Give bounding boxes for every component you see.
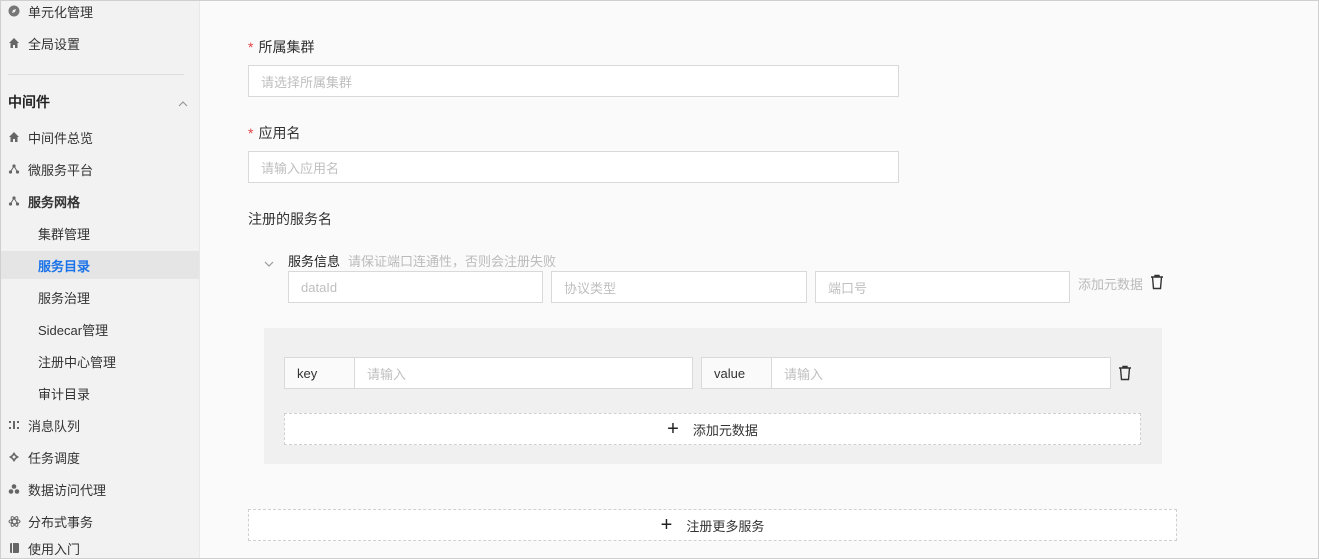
sidebar-item-label: 全局设置 — [28, 36, 81, 52]
protocol-type-placeholder: 协议类型 — [564, 280, 617, 296]
registered-service-label-text: 注册的服务名 — [248, 211, 332, 227]
add-metadata-label: 添加元数据 — [692, 422, 758, 438]
plus-icon: + — [667, 418, 679, 440]
metadata-key-input[interactable]: key 请输入 — [284, 357, 693, 389]
app-name-input[interactable]: 请输入应用名 — [248, 151, 899, 183]
chevron-down-icon[interactable] — [264, 256, 274, 271]
metadata-value-input[interactable]: value 请输入 — [701, 357, 1111, 389]
add-metadata-link[interactable]: 添加元数据 — [1078, 274, 1143, 293]
sidebar-group-middleware[interactable]: 中间件 — [8, 92, 188, 112]
dataid-placeholder: dataId — [301, 279, 338, 295]
trash-icon[interactable] — [1150, 274, 1164, 290]
queue-icon — [7, 418, 21, 432]
home-icon — [7, 36, 21, 50]
sidebar-item-task-scheduling[interactable]: 任务调度 — [0, 443, 199, 471]
plus-icon: + — [660, 514, 673, 536]
sidebar-group-title: 中间件 — [8, 94, 50, 110]
sidebar-item-label: 微服务平台 — [28, 162, 94, 178]
sidebar-item-label: 服务网格 — [28, 194, 81, 210]
app-name-placeholder: 请输入应用名 — [261, 160, 340, 176]
port-input[interactable]: 端口号 — [815, 271, 1070, 303]
sidebar-item-label: 注册中心管理 — [38, 354, 117, 370]
required-mark: * — [248, 39, 254, 55]
protocol-type-input[interactable]: 协议类型 — [551, 271, 807, 303]
sidebar-divider — [8, 74, 184, 75]
compass-icon — [7, 4, 21, 18]
sidebar-item-registry-management[interactable]: 注册中心管理 — [0, 347, 199, 375]
service-info-title: 服务信息 — [288, 254, 341, 269]
sidebar-item-label: 分布式事务 — [28, 514, 94, 530]
home-icon — [7, 130, 21, 144]
add-metadata-button[interactable]: + 添加元数据 — [284, 413, 1141, 445]
sidebar-item-label: 单元化管理 — [28, 4, 94, 20]
app-name-label: * 应用名 — [248, 123, 300, 143]
sidebar-item-message-queue[interactable]: 消息队列 — [0, 411, 199, 439]
cluster-label-text: 所属集群 — [258, 39, 315, 55]
schedule-icon — [7, 450, 21, 464]
database-icon — [7, 482, 21, 496]
sidebar-item-distributed-transaction[interactable]: 分布式事务 — [0, 507, 199, 535]
cluster-select-placeholder: 请选择所属集群 — [261, 74, 353, 90]
book-icon — [7, 541, 21, 555]
metadata-value-field[interactable]: 请输入 — [772, 358, 1110, 388]
sidebar-item-sidecar-management[interactable]: Sidecar管理 — [0, 315, 199, 343]
sidebar-item-middleware-overview[interactable]: 中间件总览 — [0, 123, 199, 151]
sidebar-item-service-catalog[interactable]: 服务目录 — [0, 251, 199, 279]
register-more-services-button[interactable]: + 注册更多服务 — [248, 509, 1177, 541]
sidebar-item-cluster-management[interactable]: 集群管理 — [0, 219, 199, 247]
sidebar-item-unitization[interactable]: 单元化管理 — [0, 0, 199, 25]
register-more-label: 注册更多服务 — [686, 518, 765, 534]
sidebar-item-label: 集群管理 — [38, 226, 91, 242]
metadata-key-field[interactable]: 请输入 — [355, 358, 692, 388]
dataid-input[interactable]: dataId — [288, 271, 543, 303]
chevron-up-icon — [178, 94, 188, 110]
cluster-label: * 所属集群 — [248, 37, 314, 57]
metadata-key-addon: key — [285, 358, 355, 388]
sidebar-item-label: 消息队列 — [28, 418, 81, 434]
sidebar-item-label: 使用入门 — [28, 541, 81, 557]
network-icon — [7, 162, 21, 176]
sidebar-item-service-mesh[interactable]: 服务网格 — [0, 187, 199, 215]
service-info-header: 服务信息 请保证端口连通性，否则会注册失败 — [288, 251, 556, 270]
sidebar-item-label: Sidecar管理 — [38, 322, 109, 338]
sidebar: 单元化管理 全局设置 中间件 中间件总览 微服务平台 服务网格 集群管理 服务目… — [0, 0, 200, 559]
network-icon — [7, 194, 21, 208]
atom-icon — [7, 514, 21, 528]
service-registration-form: * 所属集群 请选择所属集群 * 应用名 请输入应用名 注册的服务名 服务信息 请保… — [201, 0, 1318, 559]
trash-icon[interactable] — [1118, 365, 1132, 381]
sidebar-item-label: 服务治理 — [38, 290, 91, 306]
sidebar-item-getting-started[interactable]: 使用入门 — [0, 534, 199, 559]
metadata-value-addon: value — [702, 358, 772, 388]
sidebar-item-audit-catalog[interactable]: 审计目录 — [0, 379, 199, 407]
sidebar-item-microservice-platform[interactable]: 微服务平台 — [0, 155, 199, 183]
app-name-label-text: 应用名 — [258, 125, 301, 141]
port-placeholder: 端口号 — [828, 280, 868, 296]
sidebar-item-global-settings[interactable]: 全局设置 — [0, 29, 199, 57]
service-info-hint: 请保证端口连通性，否则会注册失败 — [348, 254, 557, 269]
sidebar-item-label: 服务目录 — [38, 258, 91, 274]
registered-service-label: 注册的服务名 — [248, 209, 332, 229]
cluster-select[interactable]: 请选择所属集群 — [248, 65, 899, 97]
required-mark: * — [248, 125, 254, 141]
sidebar-item-label: 任务调度 — [28, 450, 81, 466]
sidebar-item-service-governance[interactable]: 服务治理 — [0, 283, 199, 311]
sidebar-item-label: 审计目录 — [38, 386, 91, 402]
sidebar-item-label: 中间件总览 — [28, 130, 94, 146]
sidebar-item-data-access-proxy[interactable]: 数据访问代理 — [0, 475, 199, 503]
sidebar-item-label: 数据访问代理 — [28, 482, 107, 498]
